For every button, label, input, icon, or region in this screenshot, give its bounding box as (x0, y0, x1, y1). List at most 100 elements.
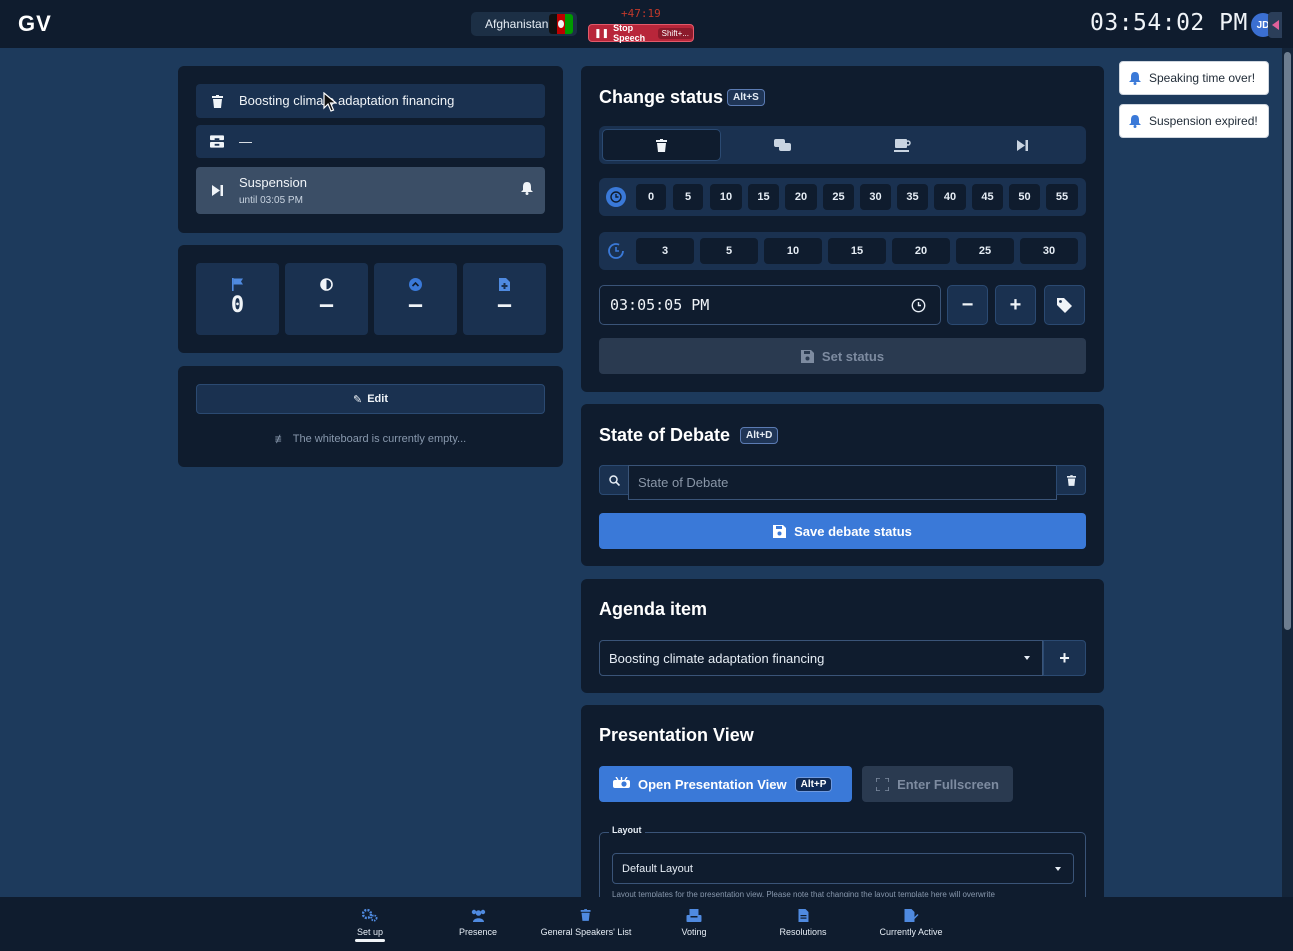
minute-chip[interactable]: 30 (860, 184, 891, 210)
chevron-down-icon (1024, 656, 1030, 660)
speaker-row-current[interactable]: Boosting climate adaptation financing (196, 84, 545, 118)
pause-icon: ❚❚ (594, 27, 610, 38)
nav-setup[interactable]: Set up (357, 908, 383, 937)
tab-discussion[interactable] (723, 129, 842, 161)
whiteboard-empty-text: The whiteboard is currently empty... (292, 433, 467, 445)
file-pen-icon (904, 908, 918, 922)
plus-icon: + (1009, 293, 1022, 316)
document-icon (798, 908, 808, 922)
stat-value: — (497, 293, 512, 318)
speaker-row-label: — (239, 134, 252, 149)
gears-icon (362, 908, 378, 922)
duration-chip[interactable]: 20 (892, 238, 950, 264)
afghanistan-flag-icon (549, 14, 573, 34)
nav-presence[interactable]: Presence (459, 908, 497, 937)
half-circle-icon (320, 277, 333, 291)
minute-chip[interactable]: 45 (972, 184, 1003, 210)
scrollbar-thumb[interactable] (1284, 52, 1291, 630)
duration-chip[interactable]: 15 (828, 238, 886, 264)
nav-currently-active[interactable]: Currently Active (879, 908, 943, 937)
duration-chip[interactable]: 5 (700, 238, 758, 264)
nav-voting[interactable]: Voting (681, 908, 707, 937)
minute-chip[interactable]: 0 (636, 184, 666, 210)
increment-button[interactable]: + (995, 285, 1036, 325)
open-presentation-view-button[interactable]: Open Presentation View Alt+P (599, 766, 852, 802)
edit-whiteboard-button[interactable]: ✎ Edit (196, 384, 545, 414)
skip-icon (1017, 139, 1028, 151)
stat-value: — (408, 293, 423, 318)
bell-icon[interactable] (521, 182, 533, 200)
app-logo[interactable]: GV (18, 11, 52, 37)
stat-up: — (374, 263, 457, 335)
state-of-debate-shortcut: Alt+D (740, 427, 779, 444)
text-slash-icon: ≢ (274, 432, 287, 446)
clear-debate-button[interactable] (1056, 465, 1086, 495)
suspension-label: Suspension (239, 175, 307, 190)
toast-message: Suspension expired! (1149, 114, 1258, 128)
duration-chip[interactable]: 3 (636, 238, 694, 264)
set-status-label: Set status (821, 348, 885, 364)
nav-resolutions[interactable]: Resolutions (779, 908, 827, 937)
stop-speech-button[interactable]: ❚❚ Stop Speech Shift+... (588, 23, 694, 43)
status-time-input[interactable]: 03:05:05 PM (599, 285, 941, 325)
agenda-selected-value: Boosting climate adaptation financing (609, 650, 825, 666)
coffee-icon (894, 138, 911, 152)
sidebar-toggle-button[interactable] (1268, 12, 1282, 38)
layout-select[interactable]: Default Layout (612, 853, 1074, 884)
minute-chip[interactable]: 35 (897, 184, 928, 210)
save-icon (800, 349, 814, 363)
search-icon (599, 465, 629, 495)
speaker-row-label: Boosting climate adaptation financing (239, 93, 455, 108)
whiteboard-empty-message: ≢ The whiteboard is currently empty... (178, 432, 563, 446)
clock-icon[interactable] (911, 298, 926, 317)
minute-chip[interactable]: 15 (748, 184, 779, 210)
duration-chip[interactable]: 25 (956, 238, 1014, 264)
save-debate-status-button[interactable]: Save debate status (599, 513, 1086, 549)
tag-button[interactable] (1044, 285, 1085, 325)
tab-speakers[interactable] (602, 129, 721, 161)
minute-chip[interactable]: 5 (673, 184, 703, 210)
minute-chip[interactable]: 50 (1009, 184, 1040, 210)
tab-break[interactable] (843, 129, 962, 161)
layout-selected-value: Default Layout (622, 862, 693, 875)
minute-chip[interactable]: 10 (710, 184, 742, 210)
stop-speech-shortcut: Shift+... (657, 27, 693, 39)
nav-label: Presence (458, 927, 498, 937)
agenda-item-select[interactable]: Boosting climate adaptation financing (599, 640, 1043, 676)
tray-icon (210, 134, 224, 148)
duration-chip[interactable]: 10 (764, 238, 822, 264)
stat-value: 0 (230, 293, 245, 318)
country-selector[interactable]: Afghanistan (471, 12, 577, 36)
toast-notification[interactable]: Speaking time over! (1119, 61, 1269, 95)
page-scrollbar[interactable] (1282, 48, 1293, 897)
add-agenda-item-button[interactable]: + (1043, 640, 1086, 676)
minute-chip[interactable]: 55 (1046, 184, 1078, 210)
stat-file: — (463, 263, 546, 335)
nav-general-speakers-list[interactable]: General Speakers' List (541, 908, 631, 937)
plus-icon: + (1059, 647, 1070, 668)
users-icon (470, 908, 487, 922)
suspension-row[interactable]: Suspension until 03:05 PM (196, 167, 545, 214)
set-status-button[interactable]: Set status (599, 338, 1086, 374)
agenda-item-card: Agenda item Boosting climate adaptation … (581, 579, 1104, 693)
flag-icon (231, 277, 244, 291)
projector-icon (613, 776, 630, 792)
minute-chip[interactable]: 20 (785, 184, 817, 210)
change-status-card: Change status Alt+S 0 5 10 15 20 25 30 3… (581, 66, 1104, 392)
open-presentation-shortcut: Alt+P (794, 776, 833, 792)
nav-active-indicator (355, 939, 385, 942)
comments-icon (774, 138, 791, 151)
bell-icon (1129, 71, 1141, 85)
edit-label: Edit (367, 393, 388, 405)
decrement-button[interactable]: − (947, 285, 988, 325)
tab-suspension[interactable] (963, 129, 1082, 161)
mouse-cursor-icon (323, 92, 337, 112)
minute-chip[interactable]: 40 (934, 184, 966, 210)
toast-notification[interactable]: Suspension expired! (1119, 104, 1269, 138)
duration-chip[interactable]: 30 (1020, 238, 1078, 264)
minute-chip[interactable]: 25 (823, 184, 854, 210)
speech-timer-overtime: +47:19 (621, 7, 661, 20)
enter-fullscreen-button[interactable]: Enter Fullscreen (862, 766, 1013, 802)
state-of-debate-input[interactable]: State of Debate (628, 465, 1057, 500)
speaker-row-next[interactable]: — (196, 125, 545, 158)
